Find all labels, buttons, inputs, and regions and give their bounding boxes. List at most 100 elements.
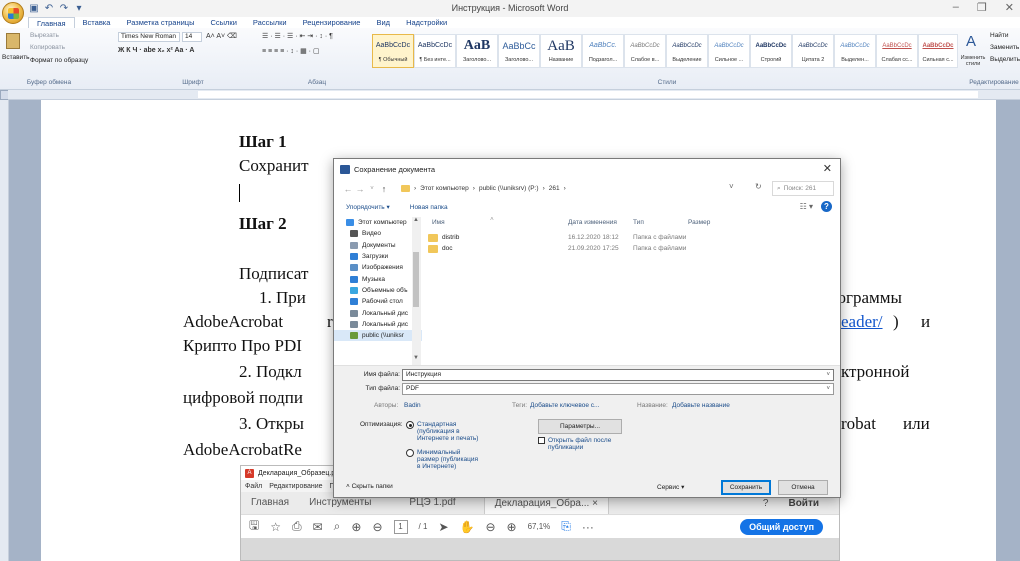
opt-standard-radio[interactable] <box>406 421 414 429</box>
chevron-down-icon[interactable]: ˅ <box>826 384 830 394</box>
select-button[interactable]: Выделить <box>990 56 1020 63</box>
column-date[interactable]: Дата изменения <box>568 219 617 226</box>
style-subtitle[interactable]: AaBbCc. Подзагол... <box>582 34 624 68</box>
style-emphasis[interactable]: AaBbCcDc Выделение <box>666 34 708 68</box>
acrobat-tab-home[interactable]: Главная <box>241 492 299 514</box>
paste-icon[interactable] <box>6 33 20 49</box>
up-icon[interactable]: ↑ <box>378 184 390 194</box>
share-button[interactable]: Общий доступ <box>740 518 823 535</box>
hand-tool-icon[interactable]: ✋ <box>460 520 475 534</box>
more-icon[interactable]: ··· <box>582 520 594 534</box>
recent-locations-icon[interactable]: ˅ <box>366 186 378 192</box>
filename-input[interactable]: Инструкция ˅ <box>402 369 834 381</box>
fit-page-icon[interactable]: ⎘ <box>561 519 571 534</box>
acrobat-help-icon[interactable]: ? <box>763 498 769 509</box>
address-bar[interactable]: › Этот компьютер › public (\\uniksrv) (P… <box>398 182 750 195</box>
nav-3d-objects[interactable]: Объемные объ <box>334 285 422 296</box>
font-format-icons[interactable]: Ж К Ч · abe x₂ x² Aa · A <box>118 47 194 54</box>
style-subtle-reference[interactable]: AaBbCcDc Слабая сс... <box>876 34 918 68</box>
page-number-input[interactable]: 1 <box>393 519 408 534</box>
font-size-select[interactable]: 14 <box>182 32 202 42</box>
close-icon[interactable]: ✕ <box>823 162 832 175</box>
acrobat-menu-edit[interactable]: Редактирование <box>269 483 322 490</box>
refresh-icon[interactable]: ↻ <box>755 182 762 191</box>
horizontal-ruler[interactable] <box>8 90 1020 100</box>
page-up-icon[interactable]: ⊕ <box>351 520 361 534</box>
style-intense-quote[interactable]: AaBbCcDc Выделен... <box>834 34 876 68</box>
nav-desktop[interactable]: Рабочий стол <box>334 296 422 307</box>
maximize-icon[interactable]: ❐ <box>977 1 987 14</box>
breadcrumb-this-pc[interactable]: Этот компьютер <box>420 185 469 192</box>
breadcrumb-261[interactable]: 261 <box>549 185 560 192</box>
file-row-distrib[interactable]: distrib 16.12.2020 18:12 Папка с файлами <box>426 233 838 244</box>
hide-folders-toggle[interactable]: ˄ Скрыть папки <box>346 483 393 490</box>
list-icons[interactable]: ☰ · ☰ · ☰ · ⇤ ⇥ · ↕ · ¶ <box>262 32 333 40</box>
align-icons[interactable]: ≡ ≡ ≡ ≡ · ↕ · ▦ · ▢ <box>262 47 320 55</box>
close-icon[interactable]: ✕ <box>1005 1 1014 14</box>
options-button[interactable]: Параметры... <box>538 419 622 434</box>
reader-link[interactable]: eader/ <box>841 312 883 332</box>
search-input[interactable]: ⌕ Поиск: 261 <box>772 181 834 196</box>
font-name-select[interactable]: Times New Roman <box>118 32 180 42</box>
address-dropdown-icon[interactable]: ˅ <box>729 182 734 191</box>
nav-downloads[interactable]: Загрузки <box>334 251 422 262</box>
back-icon[interactable]: ← <box>342 184 354 194</box>
replace-button[interactable]: Заменить <box>990 44 1019 51</box>
mail-icon[interactable]: ✉ <box>313 520 323 534</box>
zoom-in-icon[interactable]: ⊕ <box>507 520 517 534</box>
nav-public-drive[interactable]: public (\\uniksr <box>334 329 422 342</box>
chevron-down-icon[interactable]: ˅ <box>826 370 830 380</box>
nav-music[interactable]: Музыка <box>334 273 422 284</box>
scroll-up-icon[interactable]: ▲ <box>413 217 419 223</box>
print-icon[interactable]: ⎙ <box>292 519 302 534</box>
minimize-icon[interactable]: – <box>953 1 959 14</box>
scroll-thumb[interactable] <box>413 252 419 307</box>
style-strong[interactable]: AaBbCcDc Строгий <box>750 34 792 68</box>
style-intense-reference[interactable]: AaBbCcDc Сильная с... <box>918 34 958 68</box>
open-after-checkbox[interactable] <box>538 437 545 444</box>
vertical-ruler[interactable] <box>0 100 9 561</box>
view-options-icon[interactable]: ☷ ▾ <box>800 202 813 211</box>
scroll-down-icon[interactable]: ▼ <box>413 355 419 361</box>
copy-button[interactable]: Копировать <box>30 44 65 51</box>
star-icon[interactable]: ☆ <box>270 520 281 534</box>
save-button[interactable]: Сохранить <box>721 480 771 495</box>
help-icon[interactable]: ? <box>821 201 832 212</box>
column-size[interactable]: Размер <box>688 219 710 226</box>
nav-pictures[interactable]: Изображения <box>334 262 422 273</box>
style-intense-emphasis[interactable]: AaBbCcDc Сильное ... <box>708 34 750 68</box>
format-painter-button[interactable]: Формат по образцу <box>30 57 88 64</box>
acrobat-sign-in[interactable]: Войти <box>788 498 819 509</box>
cancel-button[interactable]: Отмена <box>778 480 828 495</box>
column-type[interactable]: Тип <box>633 219 644 226</box>
style-heading-2[interactable]: AaBbCc Заголово... <box>498 34 540 68</box>
style-heading-1[interactable]: AaB Заголово... <box>456 34 498 68</box>
change-styles-icon[interactable]: A <box>963 34 979 50</box>
find-button[interactable]: Найти <box>990 32 1009 39</box>
nav-documents[interactable]: Документы <box>334 240 422 251</box>
acrobat-menu-file[interactable]: Файл <box>245 483 262 490</box>
select-cursor-icon[interactable]: ➤ <box>438 520 448 534</box>
save-icon[interactable]: 🖫 <box>249 516 259 537</box>
cut-button[interactable]: Вырезать <box>30 32 59 39</box>
filetype-select[interactable]: PDF ˅ <box>402 383 834 395</box>
page-down-icon[interactable]: ⊖ <box>372 520 382 534</box>
zoom-out-icon[interactable]: ⊖ <box>485 520 495 534</box>
zoom-search-icon[interactable]: ⌕ <box>334 519 341 534</box>
style-no-spacing[interactable]: AaBbCcDc ¶ Без инте... <box>414 34 456 68</box>
tags-value[interactable]: Добавьте ключевое с... <box>530 402 599 409</box>
file-row-doc[interactable]: doc 21.09.2020 17:25 Папка с файлами <box>426 244 838 255</box>
nav-local-disk-1[interactable]: Локальный дис <box>334 307 422 318</box>
opt-minimal-radio[interactable] <box>406 449 414 457</box>
organize-button[interactable]: Упорядочить ▾ <box>346 203 390 211</box>
style-normal[interactable]: AaBbCcDc ¶ Обычный <box>372 34 414 68</box>
nav-video[interactable]: Видео <box>334 228 422 239</box>
style-quote-2[interactable]: AaBbCcDc Цитата 2 <box>792 34 834 68</box>
column-name[interactable]: Имя <box>432 219 445 226</box>
title-value[interactable]: Добавьте название <box>672 402 730 409</box>
office-button[interactable] <box>2 2 24 24</box>
change-styles-button[interactable]: Изменить стили <box>958 55 988 67</box>
grow-font-icon[interactable]: A˄ A˅ ⌫ <box>206 32 237 40</box>
nav-local-disk-2[interactable]: Локальный дис <box>334 319 422 330</box>
authors-value[interactable]: Badin <box>404 402 421 409</box>
